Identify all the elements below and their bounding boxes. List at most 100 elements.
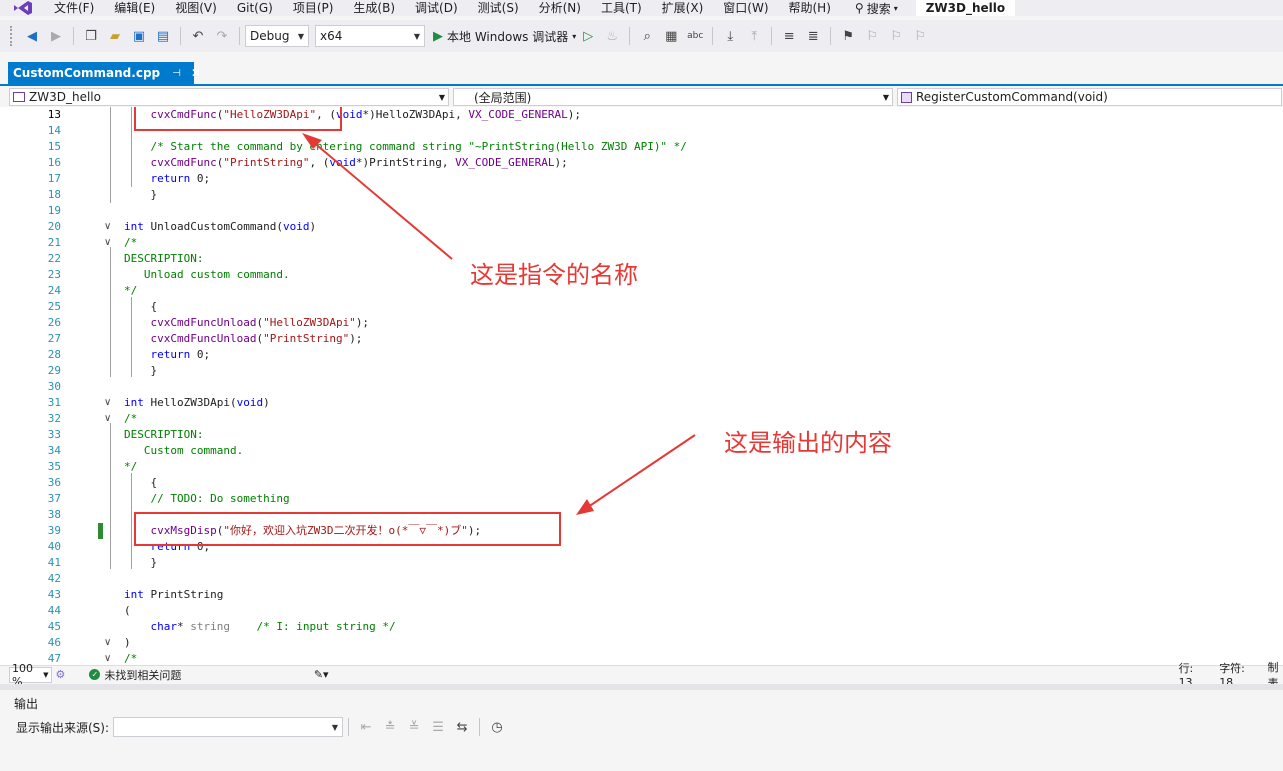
tab-customcommand[interactable]: CustomCommand.cpp ⊣ ✕ bbox=[8, 62, 201, 84]
code-text: } bbox=[124, 556, 158, 569]
code-text: DESCRIPTION: bbox=[124, 252, 204, 265]
search-icon: ⚲ bbox=[854, 1, 864, 15]
code-line: 37 // TODO: Do something bbox=[0, 491, 1283, 507]
configuration-value: Debug bbox=[250, 29, 290, 43]
line-number: 23 bbox=[47, 268, 61, 281]
code-text: { bbox=[124, 476, 158, 489]
menu-item[interactable]: 分析(N) bbox=[529, 0, 591, 16]
code-line: 28 return 0; bbox=[0, 347, 1283, 363]
find-in-files-icon[interactable]: ⌕ bbox=[637, 26, 657, 46]
platform-select[interactable]: x64 ▼ bbox=[315, 25, 425, 47]
code-line: 46) bbox=[0, 635, 1283, 651]
zoom-select[interactable]: 100 % ▼ bbox=[9, 662, 52, 688]
annotation-output-content: 这是输出的内容 bbox=[724, 429, 892, 457]
line-number: 46 bbox=[47, 636, 61, 649]
line-number: 39 bbox=[47, 524, 61, 537]
close-icon[interactable]: ✕ bbox=[191, 66, 201, 80]
step-out-icon[interactable]: ⤒ bbox=[744, 26, 764, 46]
chevron-down-icon: ▼ bbox=[297, 31, 304, 41]
previous-message-icon[interactable]: ≛ bbox=[380, 717, 400, 737]
bookmark-icon[interactable]: ⚑ bbox=[838, 26, 858, 46]
line-number: 44 bbox=[47, 604, 61, 617]
line-number: 25 bbox=[47, 300, 61, 313]
platform-value: x64 bbox=[320, 29, 343, 43]
menu-item[interactable]: 测试(S) bbox=[468, 0, 529, 16]
code-line: 31 int HelloZW3DApi(void) bbox=[0, 395, 1283, 411]
code-line: 44 ( bbox=[0, 603, 1283, 619]
chevron-down-icon: ▼ bbox=[882, 92, 889, 102]
menu-item[interactable]: 扩展(X) bbox=[652, 0, 714, 16]
menu-item[interactable]: 窗口(W) bbox=[713, 0, 778, 16]
hot-reload-icon[interactable]: ♨ bbox=[602, 26, 622, 46]
menu-item[interactable]: 调试(D) bbox=[405, 0, 468, 16]
check-icon: ✓ bbox=[89, 669, 101, 680]
code-line: 35 */ bbox=[0, 459, 1283, 475]
code-line: 42 bbox=[0, 571, 1283, 587]
find-message-icon[interactable]: ⇤ bbox=[356, 717, 376, 737]
forward-icon[interactable]: ▶ bbox=[46, 26, 66, 46]
start-without-debugging-icon[interactable]: ▷ bbox=[578, 26, 598, 46]
next-message-icon[interactable]: ≚ bbox=[404, 717, 424, 737]
project-icon bbox=[13, 92, 25, 102]
menu-bar: 文件(F) 编辑(E) 视图(V) Git(G) 项目(P) 生成(B) 调试(D) 测试(S… bbox=[0, 0, 1283, 16]
code-editor[interactable]: ∨ ∨ ∨ ∨ ∨ ∨ 13 cvxCmdFunc("HelloZW3DApi"… bbox=[0, 107, 1283, 665]
pane-splitter[interactable] bbox=[0, 684, 1283, 690]
toolbar-separator bbox=[830, 27, 832, 45]
undo-icon[interactable]: ↶ bbox=[188, 26, 208, 46]
code-line: 15 /* Start the command by entering comm… bbox=[0, 139, 1283, 155]
function-select[interactable]: RegisterCustomCommand(void) bbox=[897, 88, 1282, 106]
save-all-icon[interactable]: ▤ bbox=[153, 26, 173, 46]
code-line: 20 int UnloadCustomCommand(void) bbox=[0, 219, 1283, 235]
menu-item[interactable]: 视图(V) bbox=[165, 0, 227, 16]
copilot-icon[interactable]: ⚙ bbox=[56, 668, 66, 681]
layout-icon[interactable]: ▦ bbox=[661, 26, 681, 46]
menu-item[interactable]: 帮助(H) bbox=[779, 0, 841, 16]
start-debugging-button[interactable]: ▶ 本地 Windows 调试器 ▾ bbox=[433, 28, 576, 45]
menu-item[interactable]: 编辑(E) bbox=[104, 0, 165, 16]
new-item-icon[interactable]: ❐ bbox=[81, 26, 101, 46]
output-source-select[interactable]: ▼ bbox=[113, 717, 344, 737]
step-icon[interactable]: ⤓ bbox=[720, 26, 740, 46]
output-content[interactable] bbox=[0, 742, 1283, 771]
configuration-select[interactable]: Debug ▼ bbox=[245, 25, 309, 47]
word-wrap-icon[interactable]: ⇆ bbox=[452, 717, 472, 737]
open-folder-icon[interactable]: ▰ bbox=[105, 26, 125, 46]
visual-studio-logo-icon[interactable] bbox=[12, 0, 34, 16]
scope-select[interactable]: (全局范围) ▼ bbox=[453, 88, 893, 106]
play-icon: ▶ bbox=[433, 28, 443, 44]
pin-icon[interactable]: ⊣ bbox=[172, 68, 181, 79]
menu-item[interactable]: Git(G) bbox=[227, 0, 283, 16]
line-number: 32 bbox=[47, 412, 61, 425]
clock-icon[interactable]: ◷ bbox=[487, 717, 507, 737]
toolbar-separator bbox=[479, 718, 481, 736]
clear-bookmarks-icon[interactable]: ⚐ bbox=[910, 26, 930, 46]
menu-item[interactable]: 文件(F) bbox=[44, 0, 104, 16]
spell-check-icon[interactable]: abc bbox=[685, 26, 705, 46]
function-icon bbox=[901, 91, 912, 103]
comment-icon[interactable]: ≡ bbox=[779, 26, 799, 46]
uncomment-icon[interactable]: ≣ bbox=[803, 26, 823, 46]
toolbar-grip[interactable] bbox=[10, 26, 14, 46]
code-line: 24 */ bbox=[0, 283, 1283, 299]
save-icon[interactable]: ▣ bbox=[129, 26, 149, 46]
code-text: } bbox=[124, 188, 158, 201]
redo-icon[interactable]: ↷ bbox=[212, 26, 232, 46]
project-select[interactable]: ZW3D_hello ▼ bbox=[9, 88, 449, 106]
code-line: 25 { bbox=[0, 299, 1283, 315]
editor-status-bar: 100 % ▼ ⚙ ✓ 未找到相关问题 ✎▾ 行: 13 字符: 18 制表 bbox=[0, 661, 1283, 690]
search-menu[interactable]: ⚲ 搜索 ▾ bbox=[847, 0, 906, 17]
line-number: 36 bbox=[47, 476, 61, 489]
menu-item[interactable]: 工具(T) bbox=[591, 0, 652, 16]
chevron-down-icon: ▼ bbox=[331, 722, 339, 732]
cleanup-icon[interactable]: ✎▾ bbox=[314, 668, 329, 681]
code-text: return 0; bbox=[150, 348, 211, 361]
line-number: 26 bbox=[47, 316, 61, 329]
issues-indicator[interactable]: ✓ 未找到相关问题 bbox=[89, 667, 201, 683]
back-icon[interactable]: ◀ bbox=[22, 26, 42, 46]
next-bookmark-icon[interactable]: ⚐ bbox=[886, 26, 906, 46]
line-number: 43 bbox=[47, 588, 61, 601]
menu-item[interactable]: 生成(B) bbox=[343, 0, 405, 16]
menu-item[interactable]: 项目(P) bbox=[283, 0, 344, 16]
prev-bookmark-icon[interactable]: ⚐ bbox=[862, 26, 882, 46]
clear-all-icon[interactable]: ☰ bbox=[428, 717, 448, 737]
